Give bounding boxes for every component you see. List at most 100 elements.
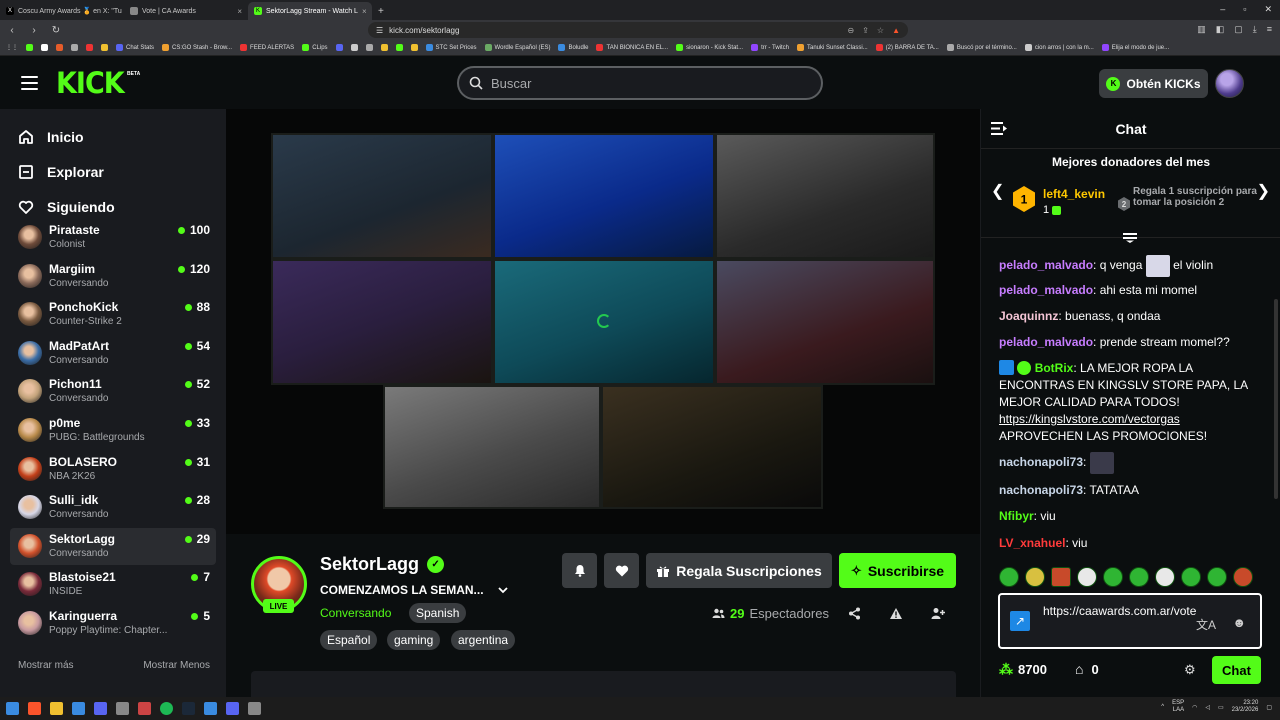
notifications-icon[interactable]: ▢	[1266, 704, 1272, 711]
bookmark[interactable]: FEED ALERTAS	[240, 44, 294, 51]
tray-chevron-icon[interactable]: ^	[1161, 704, 1164, 710]
emote-button[interactable]	[1207, 567, 1227, 587]
subscribe-button[interactable]: ✧ Suscribirse	[839, 553, 956, 588]
app-icon[interactable]	[72, 702, 85, 715]
new-tab-button[interactable]: +	[372, 2, 390, 20]
sidebar-channel[interactable]: Pirataste Colonist 100	[10, 219, 216, 256]
search-bar[interactable]	[457, 66, 823, 100]
emote-button[interactable]	[1077, 567, 1097, 587]
emote-button[interactable]	[1233, 567, 1253, 587]
browser-tab[interactable]: XCoscu Army Awards 🏅 en X: "Tu po×	[0, 2, 124, 20]
video-player[interactable]	[226, 109, 980, 534]
wallet-icon[interactable]: ▢	[1234, 24, 1243, 35]
language-tag[interactable]: Spanish	[409, 603, 467, 623]
emoji-icon[interactable]: ☻	[1232, 615, 1246, 630]
chat-input[interactable]: ↗ https://caawards.com.ar/vote 文A ☻	[998, 593, 1262, 649]
bookmark[interactable]: Buscó por el término...	[946, 44, 1017, 51]
bookmark[interactable]	[350, 44, 358, 51]
volume-icon[interactable]: ◁	[1205, 704, 1210, 711]
bookmark[interactable]	[380, 44, 388, 51]
pinned-menu-icon[interactable]	[1123, 233, 1137, 243]
emote-button[interactable]	[1181, 567, 1201, 587]
chat-link[interactable]: https://kingslvstore.com/vectorgas	[999, 412, 1180, 426]
translate-icon[interactable]: 文A	[1196, 616, 1216, 633]
maximize-icon[interactable]: ▫	[1243, 4, 1246, 15]
sidebar-channel[interactable]: Margiim Conversando 120	[10, 258, 216, 295]
app-icon[interactable]	[138, 702, 151, 715]
notification-button[interactable]	[562, 553, 597, 588]
bookmark[interactable]: Tanuki Sunset Classi...	[796, 44, 868, 51]
sidebar-channel[interactable]: SektorLagg Conversando 29	[10, 528, 216, 565]
bookmark[interactable]	[41, 44, 48, 51]
show-more-link[interactable]: Mostrar más	[18, 660, 74, 671]
sidebar-channel[interactable]: Sulli_idk Conversando 28	[10, 489, 216, 526]
chat-username[interactable]: Nfibyr	[999, 509, 1034, 523]
address-bar[interactable]: ☰ kick.com/sektorlagg ⊖ ⇪ ☆ ▲	[368, 22, 908, 38]
chat-username[interactable]: LV_xnahuel	[999, 536, 1065, 550]
zoom-icon[interactable]: ⊖	[848, 26, 855, 35]
sidebar-channel[interactable]: BOLASERO NBA 2K26 31	[10, 451, 216, 488]
channel-points[interactable]: ⁂ 8700	[999, 661, 1047, 678]
menu-icon[interactable]	[21, 76, 38, 90]
report-icon[interactable]	[888, 605, 904, 621]
share-icon[interactable]: ⇪	[862, 26, 869, 35]
sidebar-channel[interactable]: Karinguerra Poppy Playtime: Chapter... 5	[10, 605, 216, 642]
bookmark[interactable]	[56, 44, 63, 51]
close-window-icon[interactable]: ✕	[1264, 4, 1272, 15]
steam-icon[interactable]	[182, 702, 195, 715]
emote-button[interactable]	[1155, 567, 1175, 587]
bookmark[interactable]: (2) BARRA DE TA...	[875, 44, 939, 51]
emote-button[interactable]	[1103, 567, 1123, 587]
folder-icon[interactable]	[50, 702, 63, 715]
back-icon[interactable]: ‹	[6, 25, 18, 36]
chat-username[interactable]: pelado_malvado	[999, 258, 1093, 272]
battery-icon[interactable]: ▭	[1218, 704, 1224, 711]
chat-username[interactable]: nachonapoli73	[999, 483, 1083, 497]
sidebar-channel[interactable]: MadPatArt Conversando 54	[10, 335, 216, 372]
bookmark[interactable]	[410, 44, 418, 51]
bookmark-star-icon[interactable]: ☆	[877, 26, 884, 35]
chat-username[interactable]: pelado_malvado	[999, 283, 1093, 297]
chat-scrollbar[interactable]	[1274, 299, 1278, 499]
stream-category[interactable]: Conversando	[320, 606, 391, 620]
input-language[interactable]: ESP LAA	[1172, 700, 1184, 714]
top-donor-name[interactable]: left4_kevin	[1043, 187, 1105, 201]
bookmark[interactable]	[71, 44, 78, 51]
bookmark[interactable]	[86, 44, 93, 51]
chevron-down-icon[interactable]	[497, 586, 508, 594]
sidebar-item-inicio[interactable]: Inicio	[18, 124, 84, 150]
sidebar-item-siguiendo[interactable]: Siguiendo	[18, 194, 115, 220]
bookmark[interactable]	[395, 44, 403, 51]
chat-input-text[interactable]: https://caawards.com.ar/vote	[1043, 603, 1196, 620]
discord-icon[interactable]	[94, 702, 107, 715]
bookmark[interactable]	[365, 44, 373, 51]
sidebar-channel[interactable]: PonchoKick Counter-Strike 2 88	[10, 296, 216, 333]
gear-icon[interactable]: ⚙	[1184, 662, 1196, 678]
store-button[interactable]: ⌂ 0	[1075, 661, 1099, 677]
bookmark[interactable]: Wordle Español (ES)	[484, 44, 550, 51]
browser-tab[interactable]: Vote | CA Awards ×	[124, 2, 248, 20]
bookmark[interactable]: STC Set Prices	[425, 44, 477, 51]
bookmark[interactable]: sionaron - Kick Stat...	[676, 44, 743, 51]
emote-button[interactable]	[999, 567, 1019, 587]
download-icon[interactable]: ⤓	[1253, 24, 1257, 35]
apps-icon[interactable]: ⋮⋮	[6, 44, 18, 51]
bookmark[interactable]: trr - Twitch	[751, 44, 789, 51]
bookmark[interactable]: CLips	[302, 44, 328, 51]
tag[interactable]: gaming	[387, 630, 441, 650]
host-user-icon[interactable]	[930, 605, 946, 621]
bookmark[interactable]: Boludle	[558, 44, 588, 51]
bookmark[interactable]	[26, 44, 33, 51]
streamer-name[interactable]: SektorLagg ✓	[320, 554, 445, 575]
reload-icon[interactable]: ↻	[50, 25, 62, 36]
app-icon[interactable]	[116, 702, 129, 715]
brave-icon[interactable]	[28, 702, 41, 715]
emote-button[interactable]	[1025, 567, 1045, 587]
tag[interactable]: argentina	[451, 630, 516, 650]
user-avatar[interactable]	[1215, 69, 1244, 98]
send-chat-button[interactable]: Chat	[1212, 656, 1261, 684]
sidebar-channel[interactable]: Blastoise21 INSIDE 7	[10, 566, 216, 603]
bookmark[interactable]: Chat Stats	[116, 44, 154, 51]
browser-tab-active[interactable]: K SektorLagg Stream - Watch L ×	[248, 2, 372, 20]
spotify-icon[interactable]	[160, 702, 173, 715]
